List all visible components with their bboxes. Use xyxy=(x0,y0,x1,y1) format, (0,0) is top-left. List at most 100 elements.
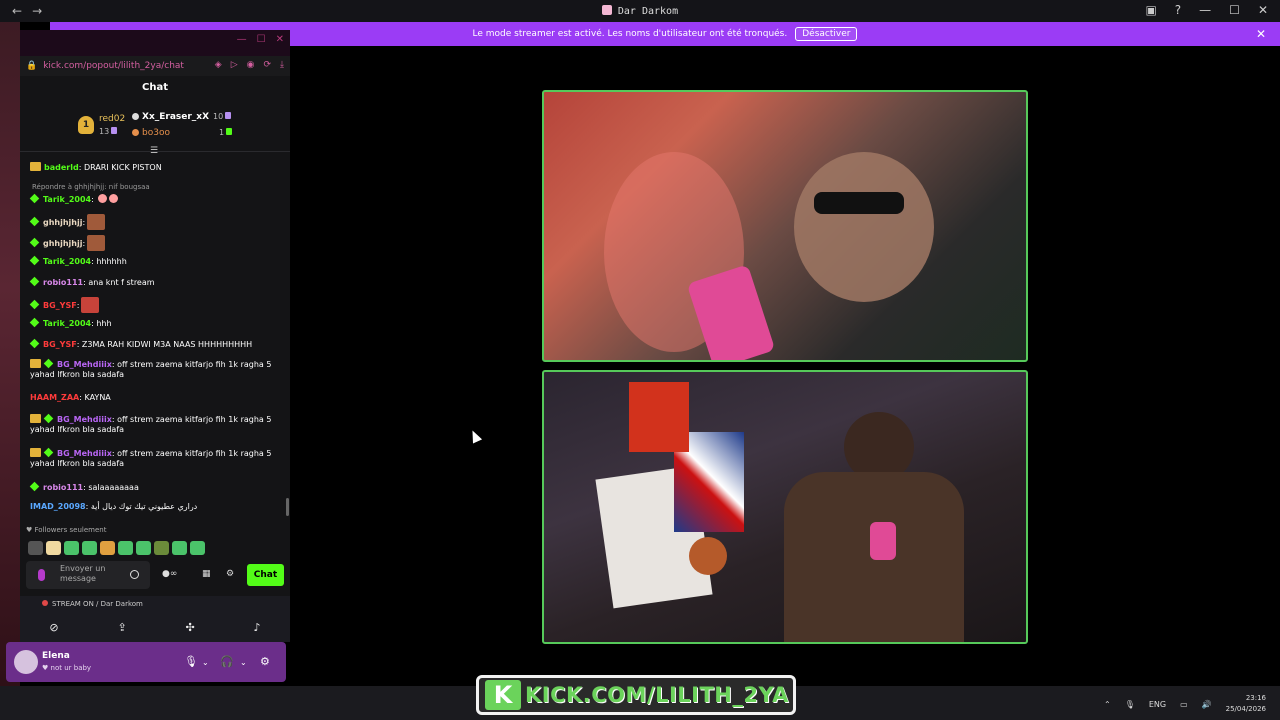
chat-window-controls: — ☐ ✕ xyxy=(237,34,284,45)
pocket-icon[interactable]: ◈ xyxy=(215,60,222,70)
camera-off-icon[interactable]: ⊘ xyxy=(49,621,58,634)
chat-close-button[interactable]: ✕ xyxy=(276,34,284,45)
chat-scrollbar[interactable] xyxy=(286,498,289,516)
settings-icon[interactable]: ⚙ xyxy=(226,569,234,579)
chat-window-chrome: — ☐ ✕ xyxy=(20,30,290,56)
minimize-button[interactable]: — xyxy=(1199,3,1211,17)
laugh-emoji-icon xyxy=(98,194,108,203)
sub-badge-icon xyxy=(43,447,54,458)
emote-button[interactable] xyxy=(100,541,115,555)
emote-button[interactable] xyxy=(28,541,43,555)
download-icon[interactable]: ⤓ xyxy=(280,60,284,70)
mic-icon[interactable] xyxy=(38,569,45,581)
laugh-emoji-icon xyxy=(109,194,119,203)
leader-second-count-value: 10 xyxy=(213,112,224,121)
chat-username[interactable]: ghhjhjhjj xyxy=(43,218,82,227)
send-chat-button[interactable]: Chat xyxy=(247,564,284,586)
emote-button[interactable] xyxy=(118,541,133,555)
help-icon[interactable]: ? xyxy=(1175,3,1181,17)
medal-silver-icon xyxy=(132,113,139,120)
emote-button[interactable] xyxy=(46,541,61,555)
emote-button[interactable] xyxy=(172,541,187,555)
chat-input[interactable]: Envoyer un message xyxy=(26,561,150,589)
kick-watermark: K KICK.COM/LILITH_2YA xyxy=(476,675,796,715)
chat-username[interactable]: robio111 xyxy=(43,483,83,492)
chat-username[interactable]: BG_YSF xyxy=(43,340,77,349)
chat-username[interactable]: baderld xyxy=(44,163,79,172)
sync-icon[interactable]: ⟳ xyxy=(263,60,271,70)
chat-username[interactable]: Tarik_2004 xyxy=(43,319,91,328)
chat-message: robio111: ana knt f stream xyxy=(29,276,278,288)
tray-mic-icon[interactable]: 🎙 xyxy=(1125,700,1135,709)
chat-message: BG_Mehdiiix: off strem zaema kitfarjo fi… xyxy=(30,447,278,469)
leader-second-name: Xx_Eraser_xX xyxy=(142,112,210,122)
chat-username[interactable]: BG_Mehdiiix xyxy=(57,449,112,458)
chevron-down-icon[interactable]: ⌄ xyxy=(240,658,247,667)
points-icon[interactable]: ●∞ xyxy=(162,569,177,579)
chat-username[interactable]: Tarik_2004 xyxy=(43,257,91,266)
chat-username[interactable]: ghhjhjhjj xyxy=(43,239,82,248)
emote-button[interactable] xyxy=(190,541,205,555)
leader-third[interactable]: bo3oo xyxy=(132,128,170,138)
emote-button[interactable] xyxy=(64,541,79,555)
inbox-icon[interactable]: ▣ xyxy=(1145,3,1156,17)
lock-icon: 🔒 xyxy=(26,61,38,71)
chat-username[interactable]: HAAM_ZAA xyxy=(30,393,79,402)
chat-message: Tarik_2004: xyxy=(29,193,278,205)
maximize-button[interactable]: ☐ xyxy=(1229,3,1240,17)
leader-first-name[interactable]: red02 xyxy=(99,114,125,124)
chat-username[interactable]: Tarik_2004 xyxy=(43,195,91,204)
tray-chevron-up-icon[interactable]: ⌃ xyxy=(1104,700,1111,709)
pink-microphone xyxy=(686,264,776,360)
user-settings-icon[interactable]: ⚙ xyxy=(260,655,270,668)
chat-url-bar[interactable]: 🔒 kick.com/popout/lilith_2ya/chat ◈ ▷ ◉ … xyxy=(20,56,290,76)
kick-channel-url: KICK.COM/LILITH_2YA xyxy=(525,683,789,707)
sub-badge-icon xyxy=(29,237,40,248)
soundboard-icon[interactable]: ♪ xyxy=(254,621,261,634)
user-status-text: not ur baby xyxy=(50,664,92,672)
chat-username[interactable]: IMAD_20098 xyxy=(30,502,86,511)
url-tools: ◈ ▷ ◉ ⟳ ⤓ xyxy=(215,60,284,70)
chevron-down-icon[interactable]: ⌄ xyxy=(202,658,209,667)
discord-stream-status: STREAM ON / Dar Darkom xyxy=(20,596,290,612)
headphones-icon[interactable]: 🎧 xyxy=(220,655,234,668)
camera-feed-bottom xyxy=(542,370,1028,644)
filter-icon[interactable]: ☰ xyxy=(150,146,160,156)
emote-button[interactable] xyxy=(154,541,169,555)
user-status: ♥ not ur baby xyxy=(42,664,91,672)
trophy-icon: 1 xyxy=(78,116,94,134)
chat-username[interactable]: BG_Mehdiiix xyxy=(57,360,112,369)
close-banner-icon[interactable]: ✕ xyxy=(1256,27,1266,41)
disable-button[interactable]: Désactiver xyxy=(795,27,858,41)
emoji-picker-icon[interactable] xyxy=(130,570,139,579)
microphone-icon[interactable]: 🎙 xyxy=(184,655,198,668)
chat-username[interactable]: BG_YSF xyxy=(43,301,77,310)
store-icon[interactable]: ▦ xyxy=(202,569,211,579)
gift-leaderboard: 1 red02 13 Xx_Eraser_xX 10 bo3oo 1 xyxy=(20,104,290,152)
chat-message: BG_YSF: xyxy=(29,297,278,313)
leader-third-count: 1 xyxy=(219,128,233,137)
language-indicator[interactable]: ENG xyxy=(1149,700,1166,709)
emote-button[interactable] xyxy=(136,541,151,555)
activities-icon[interactable]: ✣ xyxy=(186,621,195,634)
clock[interactable]: 23:16 25/04/2026 xyxy=(1226,693,1266,715)
play-icon[interactable]: ▷ xyxy=(231,60,238,70)
chat-username[interactable]: BG_Mehdiiix xyxy=(57,415,112,424)
audio-icon[interactable]: ◉ xyxy=(247,60,255,70)
chat-text: : salaaaaaaaa xyxy=(83,483,139,492)
avatar[interactable] xyxy=(14,650,38,674)
chat-message: Tarik_2004: hhh xyxy=(29,317,278,329)
chat-maximize-button[interactable]: ☐ xyxy=(257,34,266,45)
network-icon[interactable]: ▭ xyxy=(1180,700,1188,709)
screen-share-icon[interactable]: ⇪ xyxy=(117,621,126,634)
chat-username[interactable]: robio111 xyxy=(43,278,83,287)
reply-text: Répondre à ghhjhjhjj: nif bougsaa xyxy=(32,183,150,191)
volume-icon[interactable]: 🔊 xyxy=(1202,700,1212,709)
close-button[interactable]: ✕ xyxy=(1258,3,1268,17)
chat-text: : DRARI KICK PISTON xyxy=(78,163,162,172)
chat-message: HAAM_ZAA: KAYNA xyxy=(30,393,278,403)
chat-message: BG_Mehdiiix: off strem zaema kitfarjo fi… xyxy=(30,358,278,380)
leader-second[interactable]: Xx_Eraser_xX xyxy=(132,112,209,122)
chat-minimize-button[interactable]: — xyxy=(237,34,247,45)
emote-button[interactable] xyxy=(82,541,97,555)
